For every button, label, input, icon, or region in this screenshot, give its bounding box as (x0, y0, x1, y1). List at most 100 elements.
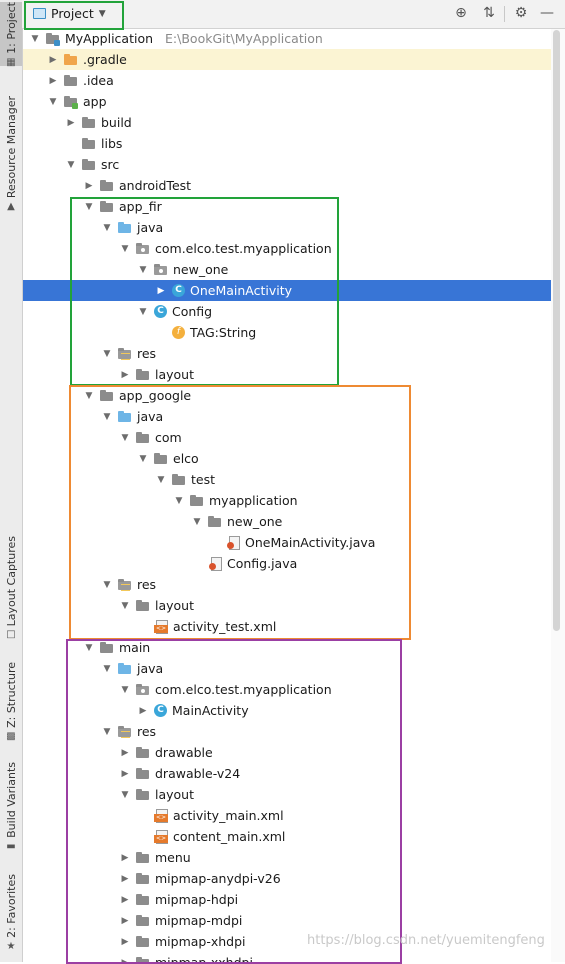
collapsed-arrow-icon[interactable]: ▶ (119, 370, 131, 380)
tree-row[interactable]: ▼ new_one (23, 259, 551, 280)
tree-row[interactable]: ▼ C Config (23, 301, 551, 322)
tree-row[interactable]: content_main.xml (23, 826, 551, 847)
tree-row[interactable]: ▶ mipmap-mdpi (23, 910, 551, 931)
expanded-arrow-icon[interactable]: ▼ (101, 727, 113, 737)
expanded-arrow-icon[interactable]: ▼ (173, 496, 185, 506)
tree-row[interactable]: ▶ mipmap-xxhdpi (23, 952, 551, 962)
expanded-arrow-icon[interactable]: ▼ (137, 265, 149, 275)
tree-row[interactable]: ▼ com.elco.test.myapplication (23, 238, 551, 259)
tree-row[interactable]: ▶ .idea (23, 70, 551, 91)
tree-row[interactable]: ▼ java (23, 658, 551, 679)
collapsed-arrow-icon[interactable]: ▶ (119, 748, 131, 758)
tree-row[interactable]: ▼ res (23, 343, 551, 364)
layout-captures-label: Layout Captures (4, 536, 18, 627)
tree-row[interactable]: ▼ main (23, 637, 551, 658)
expanded-arrow-icon[interactable]: ▼ (155, 475, 167, 485)
expanded-arrow-icon[interactable]: ▼ (29, 34, 41, 44)
expanded-arrow-icon[interactable]: ▼ (119, 790, 131, 800)
resource-manager-icon: ▲ (7, 201, 15, 213)
tree-row[interactable]: ▼ app (23, 91, 551, 112)
expanded-arrow-icon[interactable]: ▼ (119, 433, 131, 443)
tree-row[interactable]: ▼ elco (23, 448, 551, 469)
collapsed-arrow-icon[interactable]: ▶ (83, 181, 95, 191)
collapsed-arrow-icon[interactable]: ▶ (47, 76, 59, 86)
tree-row[interactable]: OneMainActivity.java (23, 532, 551, 553)
expanded-arrow-icon[interactable]: ▼ (137, 454, 149, 464)
collapsed-arrow-icon[interactable]: ▶ (65, 118, 77, 128)
tree-row[interactable]: ▼ java (23, 406, 551, 427)
expanded-arrow-icon[interactable]: ▼ (47, 97, 59, 107)
expanded-arrow-icon[interactable]: ▼ (101, 349, 113, 359)
tree-row[interactable]: ▶ drawable-v24 (23, 763, 551, 784)
tree-row[interactable]: ▼ new_one (23, 511, 551, 532)
build-variants-tab[interactable]: Build Variants ▬ (0, 762, 22, 854)
tree-row[interactable]: ▶ mipmap-anydpi-v26 (23, 868, 551, 889)
tree-row[interactable]: ▶ androidTest (23, 175, 551, 196)
collapsed-arrow-icon[interactable]: ▶ (119, 769, 131, 779)
tree-row[interactable]: libs (23, 133, 551, 154)
tree-row[interactable]: ▼ test (23, 469, 551, 490)
locate-icon[interactable]: ⊕ (452, 4, 470, 22)
expanded-arrow-icon[interactable]: ▼ (83, 202, 95, 212)
expanded-arrow-icon[interactable]: ▼ (83, 643, 95, 653)
expanded-arrow-icon[interactable]: ▼ (101, 412, 113, 422)
collapsed-arrow-icon[interactable]: ▶ (119, 853, 131, 863)
expanded-arrow-icon[interactable]: ▼ (119, 601, 131, 611)
expanded-arrow-icon[interactable]: ▼ (137, 307, 149, 317)
collapsed-arrow-icon[interactable]: ▶ (155, 286, 167, 296)
tree-row[interactable]: ▶ C MainActivity (23, 700, 551, 721)
structure-tab[interactable]: Z: Structure ▩ (0, 662, 22, 742)
expanded-arrow-icon[interactable]: ▼ (101, 580, 113, 590)
tree-row[interactable]: ▼ com (23, 427, 551, 448)
expanded-arrow-icon[interactable]: ▼ (119, 244, 131, 254)
collapsed-arrow-icon[interactable]: ▶ (119, 895, 131, 905)
tree-row[interactable]: ▶ .gradle (23, 49, 551, 70)
collapsed-arrow-icon[interactable]: ▶ (119, 958, 131, 963)
tree-row[interactable]: ▶ build (23, 112, 551, 133)
favorites-tab[interactable]: 2: Favorites ★ (0, 874, 22, 958)
project-view-dropdown[interactable]: Project ▼ (28, 3, 114, 24)
tree-row[interactable]: ▼ myapplication (23, 490, 551, 511)
expanded-arrow-icon[interactable]: ▼ (119, 685, 131, 695)
expanded-arrow-icon[interactable]: ▼ (101, 223, 113, 233)
collapsed-arrow-icon[interactable]: ▶ (119, 916, 131, 926)
tree-row[interactable]: ▼ res (23, 574, 551, 595)
tree-item-label: drawable-v24 (155, 766, 241, 781)
scrollbar-thumb[interactable] (553, 30, 560, 631)
tree-row[interactable]: activity_main.xml (23, 805, 551, 826)
tree-row[interactable]: ▶ mipmap-hdpi (23, 889, 551, 910)
tree-row[interactable]: ▼ MyApplication E:\BookGit\MyApplication (23, 29, 551, 49)
expanded-arrow-icon[interactable]: ▼ (101, 664, 113, 674)
gear-icon[interactable]: ⚙ (512, 4, 530, 22)
tree-row[interactable]: ▶ drawable (23, 742, 551, 763)
layout-captures-tab[interactable]: Layout Captures □ (0, 536, 22, 642)
tree-row[interactable]: ▼ java (23, 217, 551, 238)
collapse-icon[interactable]: ⇅ (480, 4, 498, 22)
collapsed-arrow-icon[interactable]: ▶ (119, 937, 131, 947)
tree-row[interactable]: ▼ com.elco.test.myapplication (23, 679, 551, 700)
expanded-arrow-icon[interactable]: ▼ (83, 391, 95, 401)
project-tool-tab[interactable]: 1: Project ▦ (0, 2, 22, 68)
expanded-arrow-icon[interactable]: ▼ (191, 517, 203, 527)
collapsed-arrow-icon[interactable]: ▶ (119, 874, 131, 884)
collapsed-arrow-icon[interactable]: ▶ (137, 706, 149, 716)
tree-row[interactable]: Config.java (23, 553, 551, 574)
tree-row[interactable]: ▶ layout (23, 364, 551, 385)
tree-row[interactable]: ▼ src (23, 154, 551, 175)
tree-row[interactable]: activity_test.xml (23, 616, 551, 637)
folder-icon (135, 871, 151, 887)
tree-row[interactable]: ▶ C OneMainActivity (23, 280, 551, 301)
tree-row[interactable]: ▼ app_fir (23, 196, 551, 217)
tree-row[interactable]: ▼ app_google (23, 385, 551, 406)
tree-row[interactable]: f TAG:String (23, 322, 551, 343)
resource-manager-tab[interactable]: Resource Manager ▲ (0, 96, 22, 220)
collapsed-arrow-icon[interactable]: ▶ (47, 55, 59, 65)
layout-captures-icon: □ (6, 629, 16, 641)
tree-item-label: .idea (83, 73, 114, 88)
tree-row[interactable]: ▼ layout (23, 595, 551, 616)
tree-row[interactable]: ▼ res (23, 721, 551, 742)
minimize-icon[interactable]: — (538, 4, 556, 22)
expanded-arrow-icon[interactable]: ▼ (65, 160, 77, 170)
tree-row[interactable]: ▼ layout (23, 784, 551, 805)
tree-row[interactable]: ▶ menu (23, 847, 551, 868)
